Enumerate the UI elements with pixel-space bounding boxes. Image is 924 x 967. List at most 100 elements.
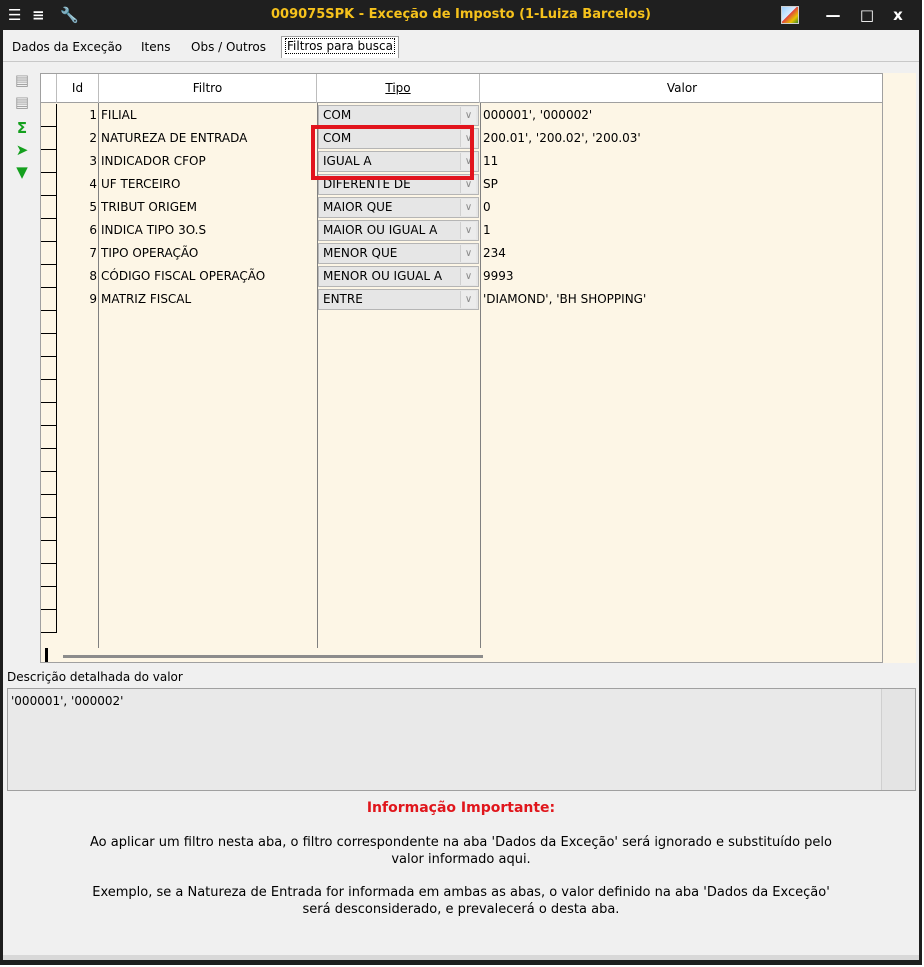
tipo-combo[interactable]: MENOR QUE ∨	[318, 243, 479, 264]
row-indicator[interactable]	[41, 173, 57, 196]
cell-filtro[interactable]: TRIBUT ORIGEM	[101, 196, 315, 219]
info-title: Informação Importante:	[366, 800, 556, 816]
header-valor[interactable]: Valor	[480, 74, 882, 103]
cell-id[interactable]: 8	[57, 265, 97, 288]
cell-filtro[interactable]: INDICADOR CFOP	[101, 150, 315, 173]
row-indicator[interactable]	[41, 127, 57, 150]
remove-row-icon[interactable]: ▤	[11, 92, 33, 112]
tipo-combo[interactable]: MAIOR QUE ∨	[318, 197, 479, 218]
row-indicator[interactable]	[41, 380, 57, 403]
chevron-down-icon[interactable]: ∨	[460, 245, 476, 262]
cell-id[interactable]: 1	[57, 104, 97, 127]
row-indicator[interactable]	[41, 541, 57, 564]
chevron-down-icon[interactable]: ∨	[460, 222, 476, 239]
col-divider-filtro	[98, 103, 99, 648]
row-indicator[interactable]	[41, 564, 57, 587]
description-scrollbar[interactable]	[881, 689, 915, 790]
collapse-icon[interactable]: ▼	[11, 162, 33, 182]
add-row-icon[interactable]: ▤	[11, 70, 33, 90]
cell-filtro[interactable]: FILIAL	[101, 104, 315, 127]
vertical-scrollbar[interactable]	[883, 73, 916, 663]
row-indicator[interactable]	[41, 587, 57, 610]
chevron-down-icon[interactable]: ∨	[460, 199, 476, 216]
cell-filtro[interactable]: UF TERCEIRO	[101, 173, 315, 196]
header-tipo[interactable]: Tipo	[317, 74, 480, 103]
cell-valor[interactable]: 0	[483, 196, 881, 219]
row-indicator[interactable]	[41, 196, 57, 219]
col-divider-valor	[480, 103, 481, 648]
cell-filtro[interactable]: NATUREZA DE ENTRADA	[101, 127, 315, 150]
cell-valor[interactable]: SP	[483, 173, 881, 196]
tipo-value: MAIOR QUE	[323, 200, 393, 214]
row-indicator[interactable]	[41, 403, 57, 426]
description-field[interactable]: '000001', '000002'	[7, 688, 916, 791]
close-button[interactable]: x	[883, 4, 913, 26]
row-indicator[interactable]	[41, 426, 57, 449]
header-indicator	[41, 74, 57, 103]
cell-filtro[interactable]: MATRIZ FISCAL	[101, 288, 315, 311]
row-indicator[interactable]	[41, 150, 57, 173]
row-indicator[interactable]	[41, 242, 57, 265]
tipo-combo[interactable]: COM ∨	[318, 105, 479, 126]
scroll-thumb[interactable]	[63, 655, 483, 658]
cell-filtro[interactable]: CÓDIGO FISCAL OPERAÇÃO	[101, 265, 315, 288]
grid-header: Id Filtro Tipo Valor	[41, 74, 882, 103]
tab-filtros-busca[interactable]: Filtros para busca	[281, 36, 399, 58]
bottom-border	[3, 955, 919, 960]
tipo-combo[interactable]: MAIOR OU IGUAL A ∨	[318, 220, 479, 241]
row-indicator[interactable]	[41, 472, 57, 495]
minimize-button[interactable]: —	[818, 4, 848, 26]
scroll-cap	[45, 648, 48, 662]
cell-id[interactable]: 2	[57, 127, 97, 150]
export-icon[interactable]: ➤	[11, 140, 33, 160]
tab-itens[interactable]: Itens	[141, 40, 170, 54]
cell-valor[interactable]: 234	[483, 242, 881, 265]
row-indicator[interactable]	[41, 495, 57, 518]
tab-dados-excecao[interactable]: Dados da Exceção	[12, 40, 122, 54]
cell-id[interactable]: 3	[57, 150, 97, 173]
tipo-value: ENTRE	[323, 292, 363, 306]
chevron-down-icon[interactable]: ∨	[460, 107, 476, 124]
description-value: '000001', '000002'	[11, 694, 124, 708]
cell-id[interactable]: 4	[57, 173, 97, 196]
cell-valor[interactable]: 200.01', '200.02', '200.03'	[483, 127, 881, 150]
row-indicator[interactable]	[41, 265, 57, 288]
cell-valor[interactable]: 000001', '000002'	[483, 104, 881, 127]
header-filtro[interactable]: Filtro	[99, 74, 317, 103]
cell-id[interactable]: 5	[57, 196, 97, 219]
image-icon[interactable]	[781, 6, 799, 24]
header-id[interactable]: Id	[57, 74, 99, 103]
tab-bar: Dados da Exceção Itens Obs / Outros Filt…	[3, 34, 919, 62]
tab-obs-outros[interactable]: Obs / Outros	[191, 40, 266, 54]
cell-filtro[interactable]: TIPO OPERAÇÃO	[101, 242, 315, 265]
row-indicator[interactable]	[41, 357, 57, 380]
maximize-button[interactable]: □	[852, 4, 882, 26]
cell-valor[interactable]: 'DIAMOND', 'BH SHOPPING'	[483, 288, 881, 311]
row-indicator[interactable]	[41, 449, 57, 472]
tipo-combo[interactable]: MENOR OU IGUAL A ∨	[318, 266, 479, 287]
row-indicator[interactable]	[41, 518, 57, 541]
cell-valor[interactable]: 9993	[483, 265, 881, 288]
tipo-combo[interactable]: ENTRE ∨	[318, 289, 479, 310]
cell-id[interactable]: 9	[57, 288, 97, 311]
title-bar[interactable]: ☰ ≡ 🔧 009075SPK - Exceção de Imposto (1-…	[0, 0, 922, 30]
horizontal-scrollbar[interactable]	[41, 648, 882, 662]
cell-valor[interactable]: 1	[483, 219, 881, 242]
row-indicator[interactable]	[41, 610, 57, 633]
cell-valor[interactable]: 11	[483, 150, 881, 173]
row-indicator[interactable]	[41, 219, 57, 242]
cell-id[interactable]: 7	[57, 242, 97, 265]
chevron-down-icon[interactable]: ∨	[460, 291, 476, 308]
chevron-down-icon[interactable]: ∨	[460, 268, 476, 285]
col-divider-tipo	[317, 103, 318, 648]
tab-filtros-busca-label: Filtros para busca	[285, 38, 395, 54]
cell-filtro[interactable]: INDICA TIPO 3O.S	[101, 219, 315, 242]
row-indicator[interactable]	[41, 104, 57, 127]
row-indicator[interactable]	[41, 334, 57, 357]
info-p1-line1: Ao aplicar um filtro nesta aba, o filtro…	[89, 835, 832, 850]
row-indicator[interactable]	[41, 311, 57, 334]
info-paragraph-1: Ao aplicar um filtro nesta aba, o filtro…	[43, 834, 879, 868]
cell-id[interactable]: 6	[57, 219, 97, 242]
row-indicator[interactable]	[41, 288, 57, 311]
sum-icon[interactable]: Σ	[11, 118, 33, 138]
